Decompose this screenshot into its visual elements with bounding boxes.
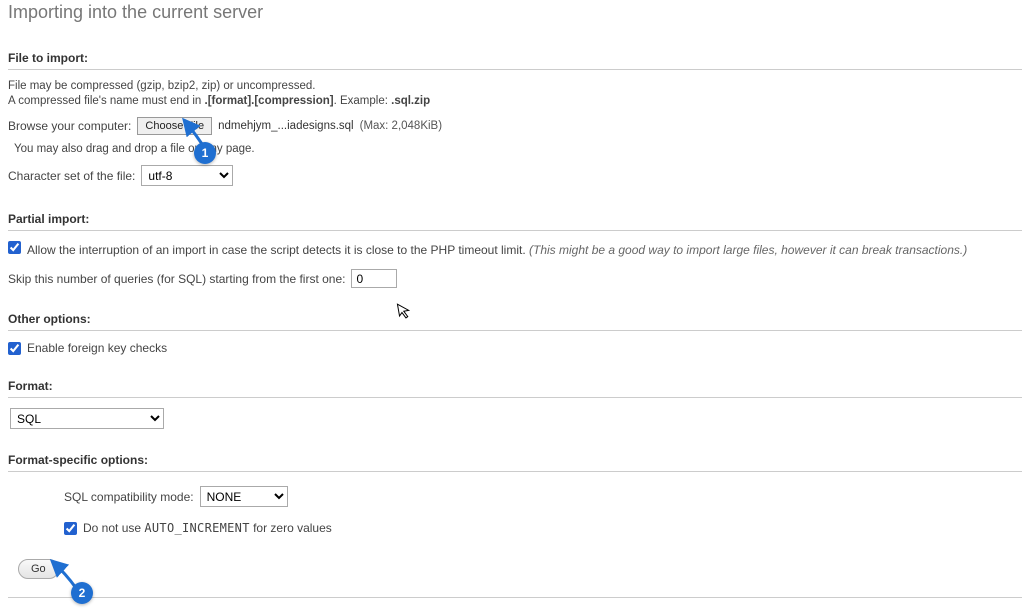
format-select[interactable]: SQL — [10, 408, 164, 429]
sql-compat-label: SQL compatibility mode: — [64, 490, 194, 504]
skip-queries-input[interactable] — [351, 269, 397, 288]
charset-select[interactable]: utf-8 — [141, 165, 233, 186]
fk-checks-checkbox[interactable] — [8, 342, 21, 355]
browse-label: Browse your computer: — [8, 119, 131, 133]
partial-import-heading: Partial import: — [8, 212, 1022, 231]
annotation-bubble-2: 2 — [71, 582, 93, 604]
sql-compat-select[interactable]: NONE — [200, 486, 288, 507]
charset-label: Character set of the file: — [8, 169, 135, 183]
skip-queries-label: Skip this number of queries (for SQL) st… — [8, 272, 345, 286]
format-heading: Format: — [8, 379, 1022, 398]
no-auto-increment-label: Do not use AUTO_INCREMENT for zero value… — [83, 521, 332, 535]
page-title: Importing into the current server — [8, 2, 1022, 23]
no-auto-increment-checkbox[interactable] — [64, 522, 77, 535]
annotation-bubble-1: 1 — [194, 142, 216, 164]
format-specific-heading: Format-specific options: — [8, 453, 1022, 472]
drag-drop-hint: You may also drag and drop a file on any… — [14, 143, 1022, 155]
chosen-filename: ndmehjym_...iadesigns.sql — [218, 120, 354, 132]
compress-info-1: File may be compressed (gzip, bzip2, zip… — [8, 80, 1022, 92]
other-options-heading: Other options: — [8, 312, 1022, 331]
bottom-divider — [8, 597, 1022, 598]
fk-checks-label: Enable foreign key checks — [27, 341, 167, 355]
allow-interrupt-label: Allow the interruption of an import in c… — [27, 241, 1022, 259]
compress-info-2: A compressed file's name must end in .[f… — [8, 95, 1022, 107]
max-size-label: (Max: 2,048KiB) — [360, 120, 442, 132]
allow-interrupt-checkbox[interactable] — [8, 241, 21, 254]
file-import-heading: File to import: — [8, 51, 1022, 70]
cursor-icon — [396, 301, 413, 324]
